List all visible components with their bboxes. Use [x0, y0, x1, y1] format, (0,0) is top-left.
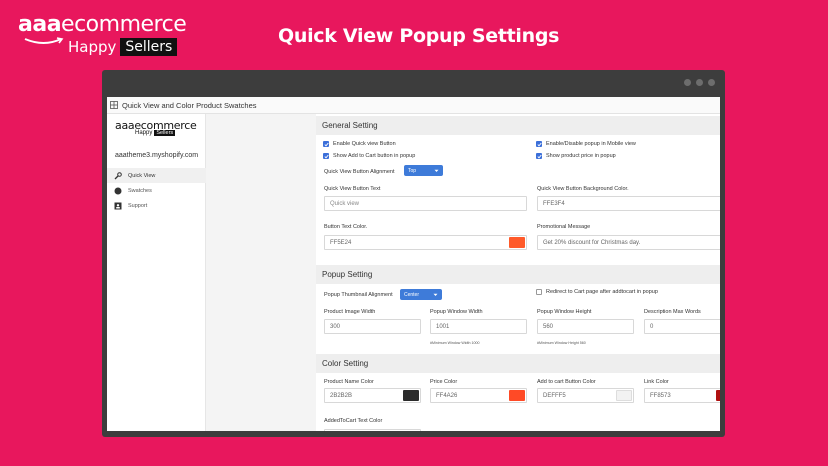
thumb-align-select[interactable]: Center	[400, 289, 442, 300]
window-width-hint: #Minimum Window Width 1000	[430, 341, 480, 345]
checkbox-checked-icon	[536, 141, 542, 147]
checkbox-checked-icon	[323, 153, 329, 159]
max-words-label: Description Max Words	[644, 309, 701, 315]
section-general-title: General Setting	[316, 116, 720, 135]
brand-smile-icon	[24, 37, 64, 44]
window-controls	[684, 79, 715, 86]
window-height-label: Popup Window Height	[537, 309, 592, 315]
contact-card-icon	[114, 202, 122, 209]
alignment-label: Quick View Button Alignment	[324, 169, 395, 175]
link-color-swatch[interactable]	[716, 390, 720, 401]
redirect-checkbox[interactable]: Redirect to Cart page after addtocart in…	[536, 289, 658, 295]
brand-wordmark: aaaecommerce	[18, 12, 187, 37]
cart-color-label: Add to cart Button Color	[537, 379, 596, 385]
alignment-select[interactable]: Top	[404, 165, 443, 176]
window-width-label: Popup Window Width	[430, 309, 483, 315]
image-width-label: Product Image Width	[324, 309, 376, 315]
circle-icon	[114, 187, 122, 194]
bg-color-input[interactable]: FFE3F4	[537, 196, 720, 211]
app-grid-icon	[110, 101, 118, 109]
brand-happy: Happy	[68, 38, 117, 56]
app-content: Quick View and Color Product Swatches aa…	[107, 97, 720, 431]
text-color-input[interactable]: FF5E24	[324, 235, 527, 250]
button-text-label: Quick View Button Text	[324, 186, 381, 192]
window-height-input[interactable]: 560	[537, 319, 634, 334]
max-words-input[interactable]: 0	[644, 319, 720, 334]
content-gutter	[206, 114, 316, 431]
promo-input[interactable]: Get 20% discount for Christmas day.	[537, 235, 720, 250]
section-color-title: Color Setting	[316, 354, 720, 373]
sidebar-nav: Quick View Swatches Support	[107, 168, 206, 213]
app-window: Quick View and Color Product Swatches aa…	[102, 70, 725, 437]
page-title: Quick View Popup Settings	[278, 25, 560, 47]
sidebar: aaaecommerce Happy Sellers aaatheme3.mys…	[107, 114, 206, 431]
store-name: aaatheme3.myshopify.com	[115, 152, 199, 159]
name-color-swatch[interactable]	[403, 390, 419, 401]
sidebar-logo: aaaecommerce Happy Sellers	[115, 119, 197, 136]
promo-label: Promotional Message	[537, 224, 591, 230]
show-add-to-cart-checkbox[interactable]: Show Add to Cart button in popup	[323, 153, 415, 159]
checkbox-checked-icon	[536, 153, 542, 159]
link-color-input[interactable]: FF8573	[644, 388, 720, 403]
window-dot-icon[interactable]	[684, 79, 691, 86]
window-width-input[interactable]: 1001	[430, 319, 527, 334]
cart-color-swatch[interactable]	[616, 390, 632, 401]
enable-quick-view-checkbox[interactable]: Enable Quick view Button	[323, 141, 396, 147]
caret-down-icon	[434, 169, 439, 172]
button-text-input[interactable]: Quick view	[324, 196, 527, 211]
image-width-input[interactable]: 300	[324, 319, 421, 334]
window-height-hint: #Minimum Window Height 560	[537, 341, 586, 345]
name-color-label: Product Name Color	[324, 379, 374, 385]
window-dot-icon[interactable]	[708, 79, 715, 86]
bg-color-label: Quick View Button Background Color.	[537, 186, 629, 192]
brand-sellers: Sellers	[120, 38, 178, 56]
sidebar-item-quick-view[interactable]: Quick View	[107, 168, 206, 183]
brand-logo: aaaecommerce Happy Sellers	[18, 14, 198, 60]
text-color-label: Button Text Color.	[324, 224, 368, 230]
app-title: Quick View and Color Product Swatches	[122, 100, 257, 110]
show-price-checkbox[interactable]: Show product price in popup	[536, 153, 616, 159]
checkbox-checked-icon	[323, 141, 329, 147]
app-title-bar: Quick View and Color Product Swatches	[107, 97, 720, 114]
link-color-label: Link Color	[644, 379, 669, 385]
text-color-swatch[interactable]	[509, 237, 525, 248]
window-dot-icon[interactable]	[696, 79, 703, 86]
settings-panel: General Setting Enable Quick view Button…	[316, 114, 720, 431]
sidebar-item-support[interactable]: Support	[107, 198, 206, 213]
caret-down-icon	[433, 293, 438, 296]
added-text-input[interactable]	[324, 429, 421, 431]
price-color-label: Price Color	[430, 379, 458, 385]
wrench-icon	[114, 171, 122, 179]
enable-mobile-checkbox[interactable]: Enable/Disable popup in Mobile view	[536, 141, 636, 147]
checkbox-unchecked-icon	[536, 289, 542, 295]
section-popup-title: Popup Setting	[316, 265, 720, 284]
sidebar-item-swatches[interactable]: Swatches	[107, 183, 206, 198]
thumb-align-label: Popup Thumbnail Alignment	[324, 292, 393, 298]
added-text-label: AddedToCart Text Color	[324, 418, 383, 424]
price-color-swatch[interactable]	[509, 390, 525, 401]
